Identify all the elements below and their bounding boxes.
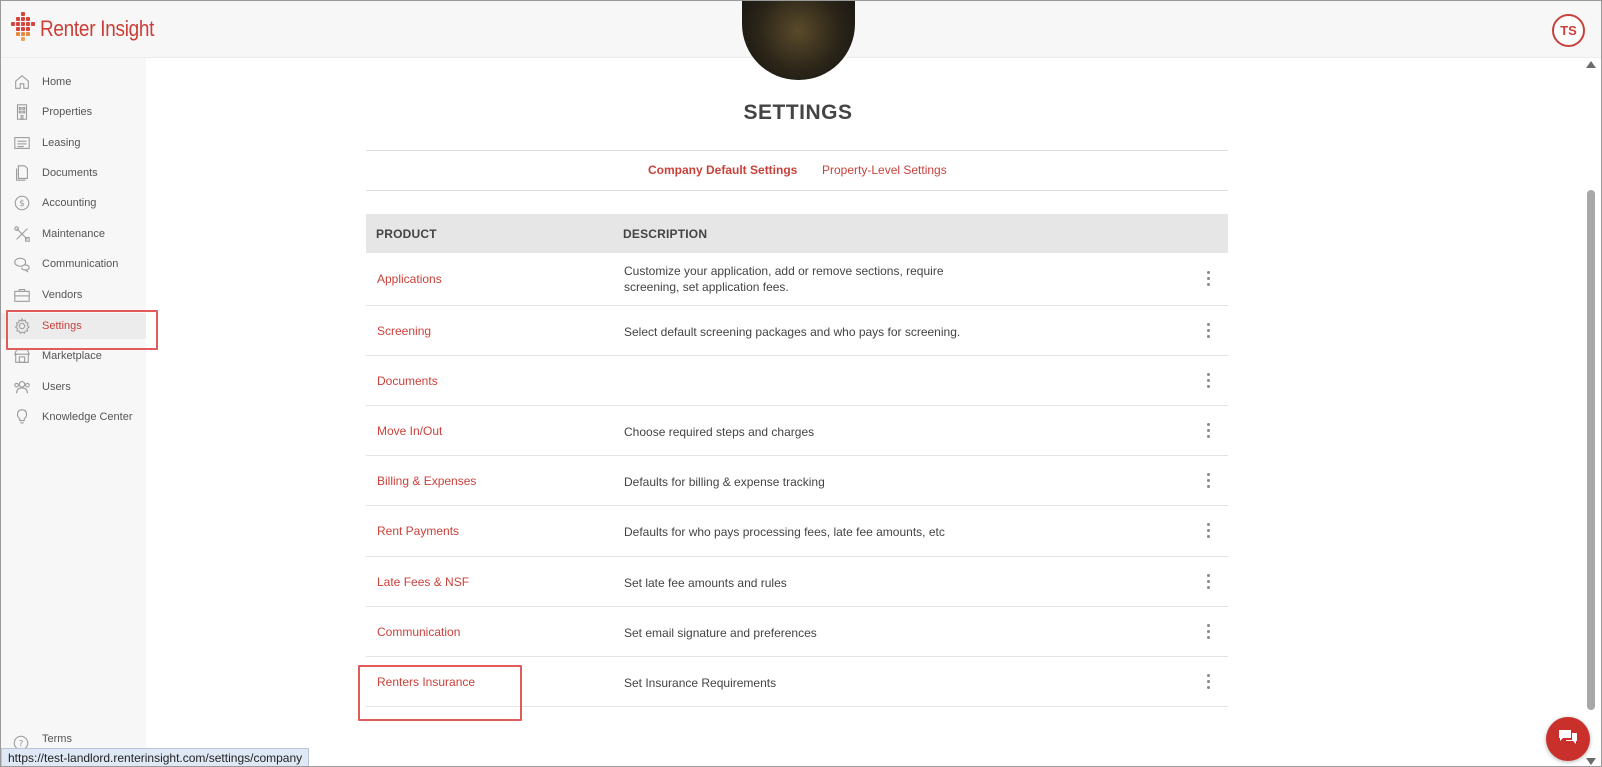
product-link-applications[interactable]: Applications xyxy=(377,272,442,286)
building-icon xyxy=(12,103,31,122)
table-row: Screening Select default screening packa… xyxy=(366,306,1228,356)
table-row: Late Fees & NSF Set late fee amounts and… xyxy=(366,557,1228,607)
lightbulb-icon xyxy=(12,408,31,427)
sidebar-item-label: Properties xyxy=(42,106,93,118)
row-menu-icon[interactable] xyxy=(1200,320,1216,340)
table-row: Renters Insurance Set Insurance Requirem… xyxy=(366,657,1228,707)
column-header-product: PRODUCT xyxy=(376,227,437,241)
table-row: Billing & Expenses Defaults for billing … xyxy=(366,456,1228,506)
main-content: SETTINGS Company Default Settings Proper… xyxy=(146,1,1581,766)
product-link-documents[interactable]: Documents xyxy=(377,374,438,388)
sidebar-item-label: Home xyxy=(42,76,72,88)
sidebar-item-users[interactable]: Users xyxy=(1,374,146,400)
sidebar-item-label: Knowledge Center xyxy=(42,411,133,423)
tab-property-level-settings[interactable]: Property-Level Settings xyxy=(822,163,947,177)
sidebar-item-label: Accounting xyxy=(42,197,97,209)
row-menu-icon[interactable] xyxy=(1200,420,1216,440)
row-description: Select default screening packages and wh… xyxy=(624,325,961,339)
storefront-icon xyxy=(12,347,31,366)
table-row: Move In/Out Choose required steps and ch… xyxy=(366,406,1228,456)
company-logo-image xyxy=(742,1,855,80)
sidebar-item-maintenance[interactable]: Maintenance xyxy=(1,221,146,247)
sidebar-item-knowledge-center[interactable]: Knowledge Center xyxy=(1,404,146,430)
sidebar-item-communication[interactable]: Communication xyxy=(1,251,146,277)
sidebar-item-properties[interactable]: Properties xyxy=(1,99,146,125)
column-header-description: DESCRIPTION xyxy=(623,227,708,241)
sidebar-item-marketplace[interactable]: Marketplace xyxy=(1,343,146,369)
sidebar-item-label: Marketplace xyxy=(42,350,102,362)
briefcase-icon xyxy=(12,286,31,305)
app-window: Renter Insight TS Home Properties Leasin… xyxy=(0,0,1602,767)
user-avatar[interactable]: TS xyxy=(1552,14,1585,47)
table-row: Communication Set email signature and pr… xyxy=(366,607,1228,657)
gear-icon xyxy=(12,317,31,336)
row-menu-icon[interactable] xyxy=(1200,571,1216,591)
table-row: Rent Payments Defaults for who pays proc… xyxy=(366,506,1228,557)
scroll-up-arrow-icon[interactable] xyxy=(1586,61,1596,68)
browser-status-url: https://test-landlord.renterinsight.com/… xyxy=(1,748,310,766)
tab-company-default-settings[interactable]: Company Default Settings xyxy=(648,163,797,177)
svg-text:$: $ xyxy=(19,199,25,209)
product-link-screening[interactable]: Screening xyxy=(377,324,431,338)
table-row: Documents xyxy=(366,356,1228,406)
row-menu-icon[interactable] xyxy=(1200,621,1216,641)
sidebar-item-label: Documents xyxy=(42,167,98,179)
home-icon xyxy=(12,73,31,92)
product-link-move-in-out[interactable]: Move In/Out xyxy=(377,424,442,438)
sidebar-item-label: Settings xyxy=(42,320,82,332)
sidebar-item-accounting[interactable]: $ Accounting xyxy=(1,190,146,216)
sidebar-item-vendors[interactable]: Vendors xyxy=(1,282,146,308)
settings-tabs: Company Default Settings Property-Level … xyxy=(366,150,1228,191)
table-header: PRODUCT DESCRIPTION xyxy=(366,214,1228,253)
scrollbar-thumb[interactable] xyxy=(1587,190,1595,710)
document-icon xyxy=(12,164,31,183)
sidebar-item-label: Leasing xyxy=(42,137,81,149)
product-link-billing-expenses[interactable]: Billing & Expenses xyxy=(377,474,476,488)
sidebar: Home Properties Leasing Documents $ Acco… xyxy=(1,58,146,766)
dollar-icon: $ xyxy=(12,194,31,213)
row-menu-icon[interactable] xyxy=(1200,470,1216,490)
product-link-rent-payments[interactable]: Rent Payments xyxy=(377,524,459,538)
row-menu-icon[interactable] xyxy=(1200,268,1216,288)
product-link-late-fees-nsf[interactable]: Late Fees & NSF xyxy=(377,575,469,589)
sidebar-item-settings[interactable]: Settings xyxy=(1,313,146,339)
list-icon xyxy=(12,134,31,153)
table-row: Applications Customize your application,… xyxy=(366,253,1228,306)
settings-table: PRODUCT DESCRIPTION Applications Customi… xyxy=(366,214,1228,707)
row-description: Defaults for who pays processing fees, l… xyxy=(624,525,945,539)
sidebar-item-documents[interactable]: Documents xyxy=(1,160,146,186)
row-description: Set Insurance Requirements xyxy=(624,676,777,690)
row-description: Choose required steps and charges xyxy=(624,425,815,439)
page-title: SETTINGS xyxy=(743,101,853,124)
sidebar-item-label: Maintenance xyxy=(42,228,105,240)
sidebar-item-leasing[interactable]: Leasing xyxy=(1,130,146,156)
row-menu-icon[interactable] xyxy=(1200,520,1216,540)
product-link-communication[interactable]: Communication xyxy=(377,625,460,639)
brand-name: Renter Insight xyxy=(40,16,155,41)
row-description: Set email signature and preferences xyxy=(624,626,817,640)
chat-bubbles-icon xyxy=(12,255,31,274)
sidebar-item-home[interactable]: Home xyxy=(1,69,146,95)
row-menu-icon[interactable] xyxy=(1200,370,1216,390)
logo-mark-icon xyxy=(10,12,36,46)
vertical-scrollbar[interactable] xyxy=(1581,58,1601,766)
chat-icon xyxy=(1556,725,1580,754)
tools-icon xyxy=(12,225,31,244)
sidebar-item-label: Vendors xyxy=(42,289,83,301)
brand-logo[interactable]: Renter Insight xyxy=(10,12,173,46)
scroll-down-arrow-icon[interactable] xyxy=(1586,758,1596,765)
terms-label: Terms xyxy=(42,733,72,745)
row-description: Defaults for billing & expense tracking xyxy=(624,475,825,489)
sidebar-item-label: Communication xyxy=(42,258,119,270)
row-description: Customize your application, add or remov… xyxy=(624,264,944,294)
chat-support-button[interactable] xyxy=(1546,717,1590,761)
product-link-renters-insurance[interactable]: Renters Insurance xyxy=(377,675,475,689)
users-icon xyxy=(12,378,31,397)
row-menu-icon[interactable] xyxy=(1200,671,1216,691)
sidebar-item-label: Users xyxy=(42,381,71,393)
row-description: Set late fee amounts and rules xyxy=(624,576,787,590)
